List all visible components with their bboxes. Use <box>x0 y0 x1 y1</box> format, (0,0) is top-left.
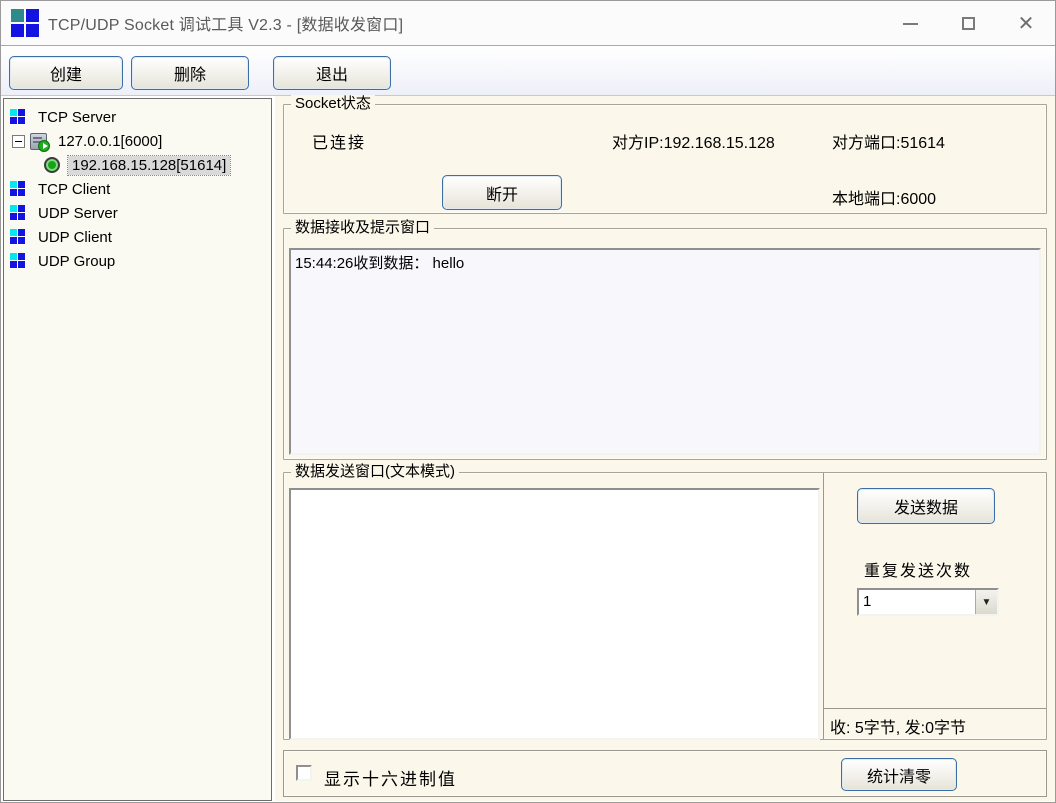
maximize-icon <box>962 17 975 30</box>
socket-type-icon <box>10 253 26 269</box>
peer-port-label: 对方端口:51614 <box>832 129 945 153</box>
clear-stats-button[interactable]: 统计清零 <box>841 758 957 791</box>
hex-display-checkbox[interactable] <box>296 765 312 781</box>
tree-item-label: TCP Server <box>34 108 120 127</box>
create-button[interactable]: 创建 <box>9 56 123 90</box>
connection-tree: TCP Server 127.0.0.1[6000] 192.168.15.12… <box>3 98 272 801</box>
chevron-down-icon[interactable]: ▼ <box>975 590 997 614</box>
socket-status-title: Socket状态 <box>291 95 375 113</box>
tree-item-label: UDP Group <box>34 252 119 271</box>
title-bar: TCP/UDP Socket 调试工具 V2.3 - [数据收发窗口] ✕ <box>1 1 1055 46</box>
minimize-icon <box>903 23 918 25</box>
hex-display-label: 显示十六进制值 <box>324 765 457 790</box>
send-group: 数据发送窗口(文本模式) 发送数据 重复发送次数 1 ▼ 收: 5字节, 发:0… <box>283 472 1047 740</box>
send-input[interactable] <box>289 488 820 740</box>
close-icon: ✕ <box>1018 14 1035 34</box>
socket-status-group: Socket状态 已连接 对方IP:192.168.15.128 对方端口:51… <box>283 104 1047 214</box>
tree-item-client-connection[interactable]: 192.168.15.128[51614] <box>4 153 271 177</box>
local-port-label: 本地端口:6000 <box>832 185 936 209</box>
app-logo-icon <box>11 9 39 37</box>
data-exchange-panel: Socket状态 已连接 对方IP:192.168.15.128 对方端口:51… <box>275 96 1055 801</box>
connection-state-label: 已连接 <box>312 129 366 153</box>
connected-socket-icon <box>44 157 60 173</box>
byte-stats-label: 收: 5字节, 发:0字节 <box>830 714 966 738</box>
tree-item-label: 127.0.0.1[6000] <box>54 132 166 151</box>
tree-item-label: TCP Client <box>34 180 114 199</box>
disconnect-button[interactable]: 断开 <box>442 175 562 210</box>
tree-item-label: UDP Client <box>34 228 116 247</box>
options-panel: 显示十六进制值 统计清零 <box>283 750 1047 797</box>
send-data-button[interactable]: 发送数据 <box>857 488 995 524</box>
socket-type-icon <box>10 205 26 221</box>
tree-item-server-127[interactable]: 127.0.0.1[6000] <box>4 129 271 153</box>
tree-item-tcp-client[interactable]: TCP Client <box>4 177 271 201</box>
tree-item-tcp-server[interactable]: TCP Server <box>4 105 271 129</box>
divider <box>823 708 1046 709</box>
repeat-count-combobox[interactable]: 1 ▼ <box>857 588 999 616</box>
socket-type-icon <box>10 229 26 245</box>
close-button[interactable]: ✕ <box>997 1 1055 46</box>
collapse-icon[interactable] <box>12 135 25 148</box>
tree-item-udp-client[interactable]: UDP Client <box>4 225 271 249</box>
tree-item-udp-server[interactable]: UDP Server <box>4 201 271 225</box>
divider <box>823 473 824 739</box>
exit-button[interactable]: 退出 <box>273 56 391 90</box>
server-running-icon <box>30 133 47 150</box>
tree-item-label: UDP Server <box>34 204 122 223</box>
receive-log[interactable]: 15:44:26收到数据： hello <box>289 248 1041 455</box>
socket-type-icon <box>10 109 26 125</box>
send-group-title: 数据发送窗口(文本模式) <box>291 463 459 481</box>
tree-item-udp-group[interactable]: UDP Group <box>4 249 271 273</box>
peer-ip-label: 对方IP:192.168.15.128 <box>612 129 775 153</box>
receive-group-title: 数据接收及提示窗口 <box>291 219 434 237</box>
toolbar: 创建 删除 退出 <box>1 47 1055 96</box>
tree-item-label: 192.168.15.128[51614] <box>68 156 230 175</box>
repeat-count-label: 重复发送次数 <box>864 557 972 581</box>
repeat-count-value: 1 <box>859 590 975 614</box>
minimize-button[interactable] <box>881 1 939 46</box>
maximize-button[interactable] <box>939 1 997 46</box>
receive-group: 数据接收及提示窗口 15:44:26收到数据： hello <box>283 228 1047 460</box>
delete-button[interactable]: 删除 <box>131 56 249 90</box>
window-title: TCP/UDP Socket 调试工具 V2.3 - [数据收发窗口] <box>48 11 403 35</box>
socket-type-icon <box>10 181 26 197</box>
